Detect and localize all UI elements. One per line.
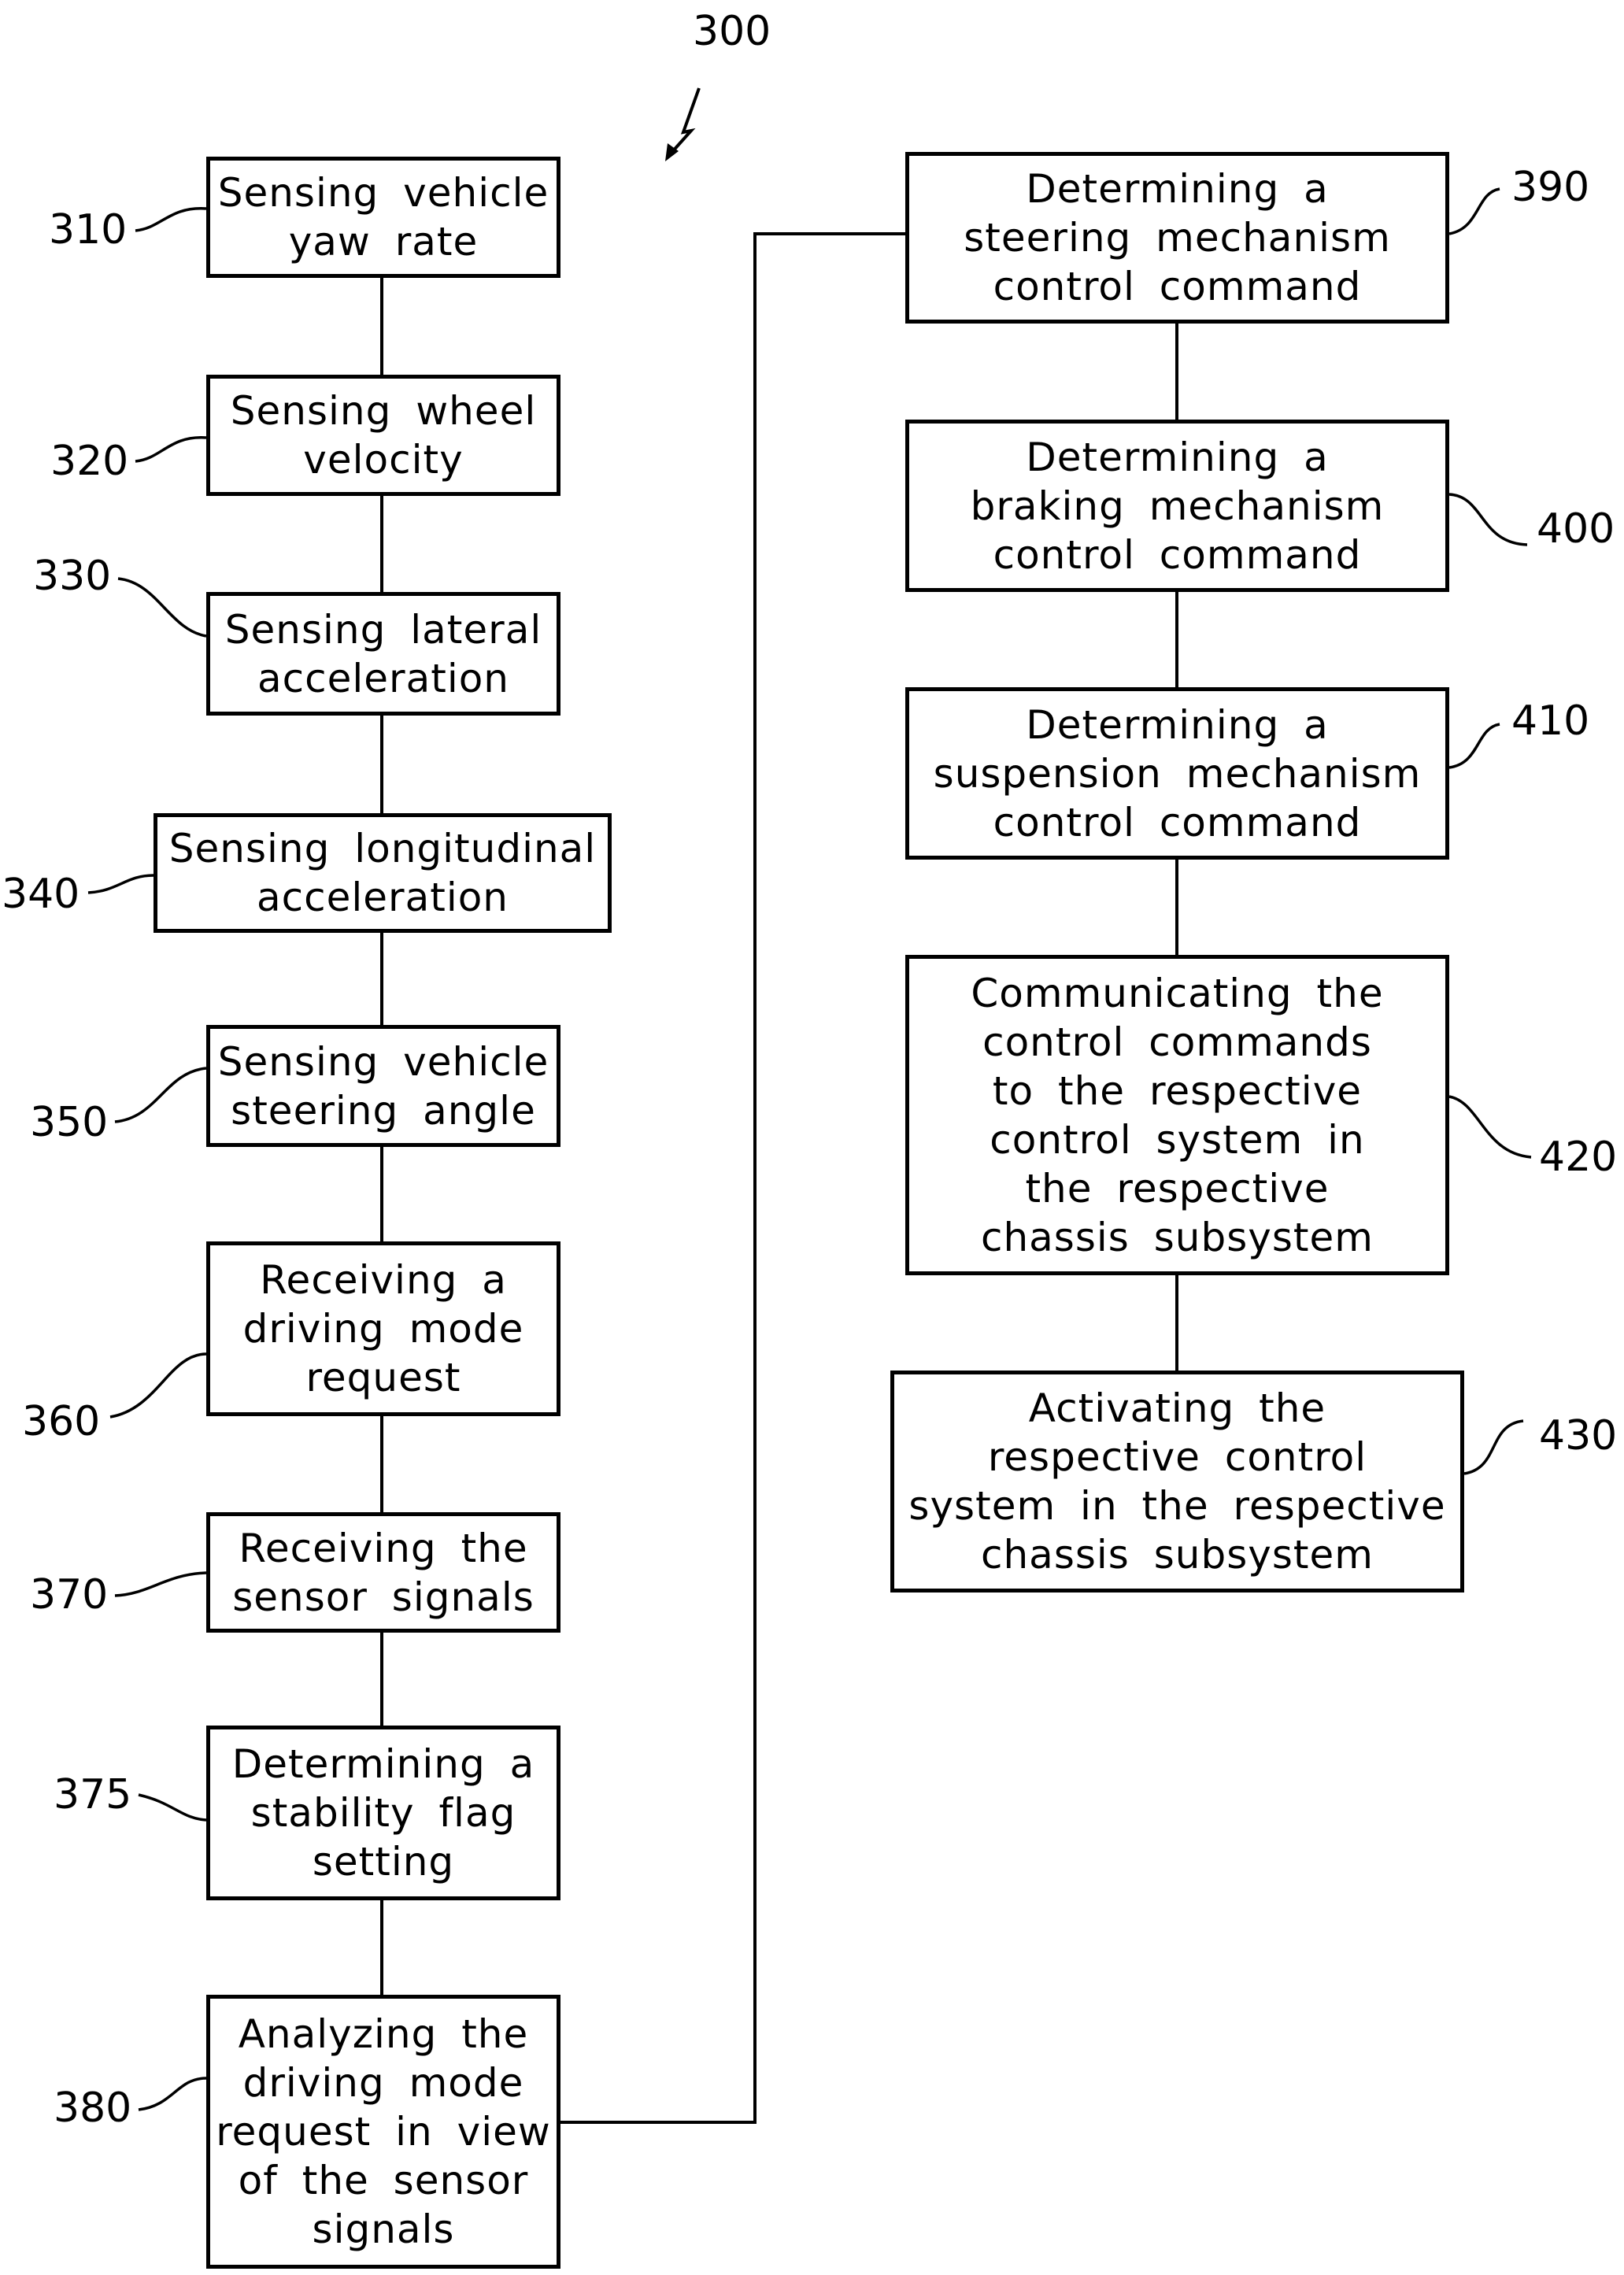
step-ref-380: 380 xyxy=(54,2084,132,2132)
step-box-360: Receiving a driving mode request xyxy=(206,1241,560,1416)
leader-410 xyxy=(1448,723,1500,769)
step-text: Determining a suspension mechanism contr… xyxy=(933,701,1422,845)
step-box-420: Communicating the control commands to th… xyxy=(905,955,1449,1275)
step-ref-350: 350 xyxy=(30,1099,109,1146)
step-box-380: Analyzing the driving mode request in vi… xyxy=(206,1995,560,2269)
connector-380-390 xyxy=(559,232,907,2124)
step-text: Receiving the sensor signals xyxy=(232,1525,535,1620)
leader-400 xyxy=(1448,493,1528,546)
step-box-350: Sensing vehicle steering angle xyxy=(206,1025,560,1147)
leader-430 xyxy=(1463,1419,1524,1475)
step-text: Activating the respective control system… xyxy=(908,1385,1446,1578)
step-text: Sensing wheel velocity xyxy=(230,388,537,483)
step-ref-375: 375 xyxy=(54,1771,132,1818)
step-box-400: Determining a braking mechanism control … xyxy=(905,420,1449,592)
step-text: Determining a steering mechanism control… xyxy=(964,166,1391,309)
step-box-310: Sensing vehicle yaw rate xyxy=(206,157,560,278)
step-ref-310: 310 xyxy=(49,206,128,253)
leader-390 xyxy=(1448,187,1500,235)
step-box-410: Determining a suspension mechanism contr… xyxy=(905,687,1449,860)
leader-310 xyxy=(135,207,207,232)
step-box-390: Determining a steering mechanism control… xyxy=(905,152,1449,324)
step-text: Sensing lateral acceleration xyxy=(224,606,542,701)
leader-360 xyxy=(109,1352,207,1419)
step-ref-340: 340 xyxy=(2,871,80,918)
step-ref-320: 320 xyxy=(50,438,129,485)
leader-350 xyxy=(114,1067,207,1123)
leader-380 xyxy=(138,2077,207,2111)
step-ref-420: 420 xyxy=(1539,1134,1618,1181)
flowchart-canvas: 300 Sensing vehicle yaw rate 310 Sensing… xyxy=(0,0,1624,2275)
step-box-320: Sensing wheel velocity xyxy=(206,375,560,496)
reference-arrow-icon xyxy=(665,87,701,161)
step-ref-410: 410 xyxy=(1511,697,1590,745)
step-ref-330: 330 xyxy=(33,553,112,600)
leader-375 xyxy=(138,1793,207,1822)
leader-340 xyxy=(87,874,154,894)
step-box-430: Activating the respective control system… xyxy=(890,1371,1464,1592)
step-text: Communicating the control commands to th… xyxy=(971,970,1384,1260)
step-ref-430: 430 xyxy=(1539,1412,1618,1459)
step-text: Sensing vehicle steering angle xyxy=(217,1038,549,1134)
step-text: Sensing vehicle yaw rate xyxy=(217,170,549,264)
step-text: Determining a braking mechanism control … xyxy=(970,434,1385,578)
step-box-370: Receiving the sensor signals xyxy=(206,1512,560,1633)
step-ref-400: 400 xyxy=(1537,505,1615,553)
leader-420 xyxy=(1448,1095,1532,1159)
step-ref-370: 370 xyxy=(30,1571,109,1618)
step-ref-360: 360 xyxy=(22,1398,101,1445)
step-text: Determining a stability flag setting xyxy=(231,1741,535,1885)
step-box-340: Sensing longitudinal acceleration xyxy=(154,813,612,933)
leader-330 xyxy=(117,577,207,638)
step-box-375: Determining a stability flag setting xyxy=(206,1726,560,1900)
leader-320 xyxy=(135,436,207,463)
step-box-330: Sensing lateral acceleration xyxy=(206,592,560,716)
step-text: Sensing longitudinal acceleration xyxy=(168,826,597,920)
step-ref-390: 390 xyxy=(1511,164,1590,211)
step-text: Analyzing the driving mode request in vi… xyxy=(216,2011,551,2252)
step-text: Receiving a driving mode request xyxy=(242,1257,524,1400)
leader-370 xyxy=(114,1571,207,1597)
figure-reference-label: 300 xyxy=(693,8,771,55)
